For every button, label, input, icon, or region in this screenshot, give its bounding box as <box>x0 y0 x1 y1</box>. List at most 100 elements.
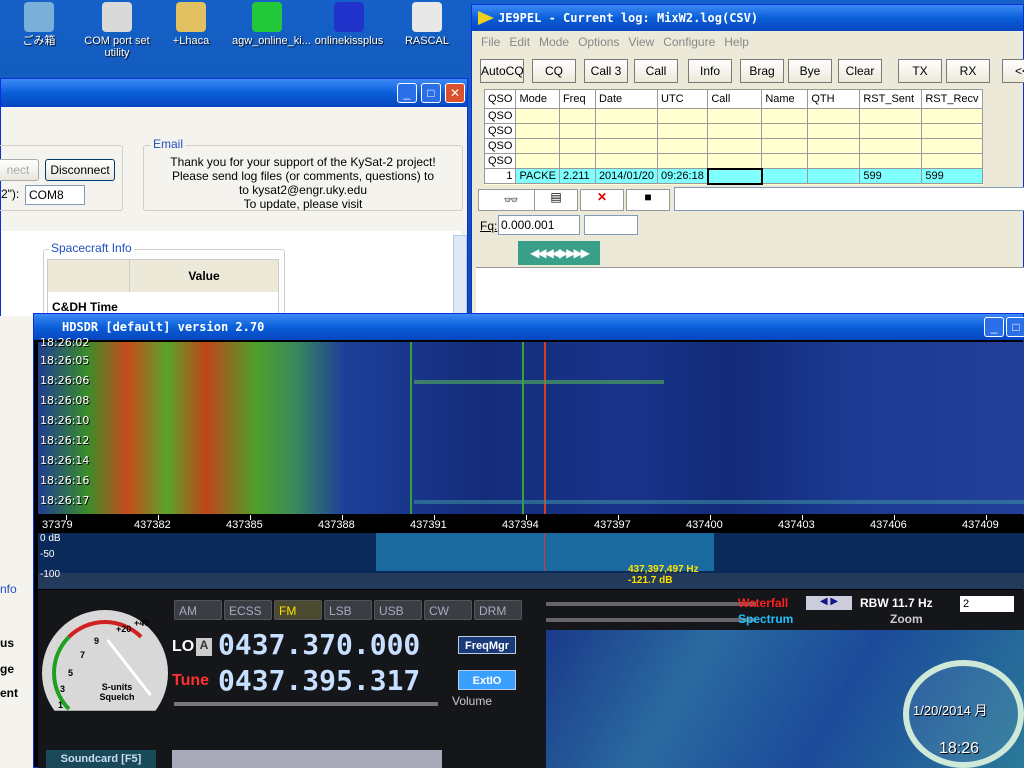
table-cell[interactable] <box>859 138 923 154</box>
table-cell[interactable]: QSO <box>483 108 517 124</box>
menu-item[interactable]: Help <box>724 35 749 49</box>
waterfall-display[interactable]: 18:26:02 18:26:05 18:26:06 18:26:08 18:26:10… <box>38 336 1024 514</box>
table-cell[interactable]: QSO <box>483 138 517 154</box>
table-cell[interactable] <box>807 108 861 124</box>
frequency-scale[interactable]: 37379 437382 437385 437388 437391 437394 43739… <box>38 515 1024 533</box>
table-cell[interactable] <box>807 168 861 184</box>
mode-button-fm[interactable]: FM <box>274 600 322 620</box>
desktop-icon[interactable]: ごみ箱 <box>4 2 74 47</box>
column-header[interactable]: RST_Recv <box>921 89 983 109</box>
table-row[interactable]: QSO <box>483 153 983 169</box>
toolbar-button[interactable]: Call 3 <box>584 59 628 83</box>
table-cell[interactable] <box>761 138 809 154</box>
delete-icon[interactable]: ✕ <box>580 189 624 211</box>
call-input[interactable] <box>674 187 1024 211</box>
table-cell[interactable]: QSO <box>483 153 517 169</box>
table-cell[interactable] <box>594 108 659 124</box>
column-header[interactable]: Freq <box>558 89 596 109</box>
table-cell[interactable] <box>921 108 983 124</box>
table-cell[interactable] <box>515 138 560 154</box>
toolbar-button[interactable]: << <box>1002 59 1024 83</box>
table-cell[interactable] <box>761 153 809 169</box>
com-port-field[interactable]: COM8 <box>25 185 85 205</box>
toolbar-button[interactable]: Call <box>634 59 678 83</box>
table-cell[interactable]: PACKE <box>515 168 560 184</box>
table-cell[interactable] <box>656 108 709 124</box>
table-cell[interactable] <box>558 108 596 124</box>
save-icon[interactable]: ■ <box>626 189 670 211</box>
table-cell[interactable] <box>807 123 861 139</box>
toolbar-button[interactable]: CQ <box>532 59 576 83</box>
table-row[interactable]: QSO <box>483 108 983 124</box>
column-header[interactable]: Mode <box>515 89 560 109</box>
spectrum-sliders[interactable] <box>546 618 756 622</box>
table-cell[interactable] <box>656 123 709 139</box>
toolbar-button[interactable]: TX <box>898 59 942 83</box>
table-cell[interactable] <box>761 168 809 184</box>
menu-item[interactable]: Options <box>578 35 619 49</box>
disconnect-button[interactable]: Disconnect <box>45 159 115 181</box>
spectrum-display[interactable]: 0 dB -50 -100 437,397,497 Hz -121.7 dB <box>38 533 1024 589</box>
desktop-icon[interactable]: onlinekissplus <box>314 2 384 47</box>
desktop-icon[interactable]: RASCAL <box>392 2 462 47</box>
table-cell[interactable] <box>761 123 809 139</box>
table-cell[interactable] <box>921 138 983 154</box>
table-cell[interactable] <box>558 138 596 154</box>
table-cell[interactable] <box>707 108 763 124</box>
logger-title[interactable]: JE9PEL - Current log: MixW2.log(CSV) <box>472 5 1023 31</box>
extio-button[interactable]: ExtIO <box>458 670 516 690</box>
table-cell[interactable] <box>859 153 923 169</box>
column-header[interactable]: Name <box>761 89 809 109</box>
toolbar-button[interactable]: Info <box>688 59 732 83</box>
table-cell[interactable] <box>921 123 983 139</box>
mode-button-lsb[interactable]: LSB <box>324 600 372 620</box>
table-cell[interactable] <box>706 167 763 185</box>
table-cell[interactable] <box>594 153 659 169</box>
soundcard-button[interactable]: Soundcard [F5] <box>46 750 156 768</box>
table-cell[interactable] <box>707 138 763 154</box>
maximize-icon[interactable]: □ <box>421 83 441 103</box>
edit-icon[interactable]: ▤ <box>534 189 578 211</box>
table-cell[interactable] <box>707 123 763 139</box>
table-cell[interactable] <box>656 153 709 169</box>
connect-button[interactable]: nect <box>0 159 39 181</box>
rbw-select[interactable]: 2 <box>960 596 1014 612</box>
table-row[interactable]: 1 PACKE 2.211 2014/01/20 09:26:18 599 599 <box>483 167 983 185</box>
toolbar-button[interactable]: AutoCQ <box>480 59 524 83</box>
minimize-icon[interactable]: _ <box>984 317 1004 337</box>
minimize-icon[interactable]: _ <box>397 83 417 103</box>
table-cell[interactable] <box>515 123 560 139</box>
table-cell[interactable] <box>558 153 596 169</box>
table-cell[interactable]: 599 <box>859 168 923 184</box>
menu-item[interactable]: File <box>481 35 500 49</box>
volume-slider[interactable] <box>174 702 438 706</box>
column-header[interactable]: RST_Sent <box>859 89 923 109</box>
column-header[interactable]: QTH <box>807 89 861 109</box>
lo-frequency[interactable]: 0437.370.000 <box>218 628 420 661</box>
table-cell[interactable] <box>859 123 923 139</box>
table-cell[interactable] <box>594 123 659 139</box>
menu-item[interactable]: Mode <box>539 35 569 49</box>
table-cell[interactable] <box>594 138 659 154</box>
desktop-icon[interactable]: agw_online_ki... <box>232 2 311 47</box>
waterfall-sliders[interactable] <box>546 602 756 606</box>
fq-select[interactable]: 0.000.001 <box>498 215 580 235</box>
freqmgr-button[interactable]: FreqMgr <box>458 636 516 654</box>
menu-item[interactable]: Edit <box>509 35 530 49</box>
table-cell[interactable]: 09:26:18 <box>656 168 709 184</box>
table-cell[interactable]: 2014/01/20 <box>594 168 659 184</box>
table-cell[interactable] <box>807 138 861 154</box>
tune-frequency[interactable]: 0437.395.317 <box>218 664 420 697</box>
column-header[interactable]: QSO <box>483 89 517 109</box>
toolbar-button[interactable]: Bye <box>788 59 832 83</box>
desktop-icon[interactable]: +Lhaca <box>156 2 226 47</box>
mode-button-usb[interactable]: USB <box>374 600 422 620</box>
table-row[interactable]: QSO <box>483 123 983 139</box>
mode-button-cw[interactable]: CW <box>424 600 472 620</box>
table-cell[interactable] <box>761 108 809 124</box>
transport-controls[interactable] <box>172 750 442 768</box>
table-cell[interactable]: QSO <box>483 123 517 139</box>
hdsdr-title[interactable]: HDSDR [default] version 2.70 <box>34 314 1023 340</box>
column-header[interactable]: Date <box>594 89 659 109</box>
table-cell[interactable] <box>656 138 709 154</box>
